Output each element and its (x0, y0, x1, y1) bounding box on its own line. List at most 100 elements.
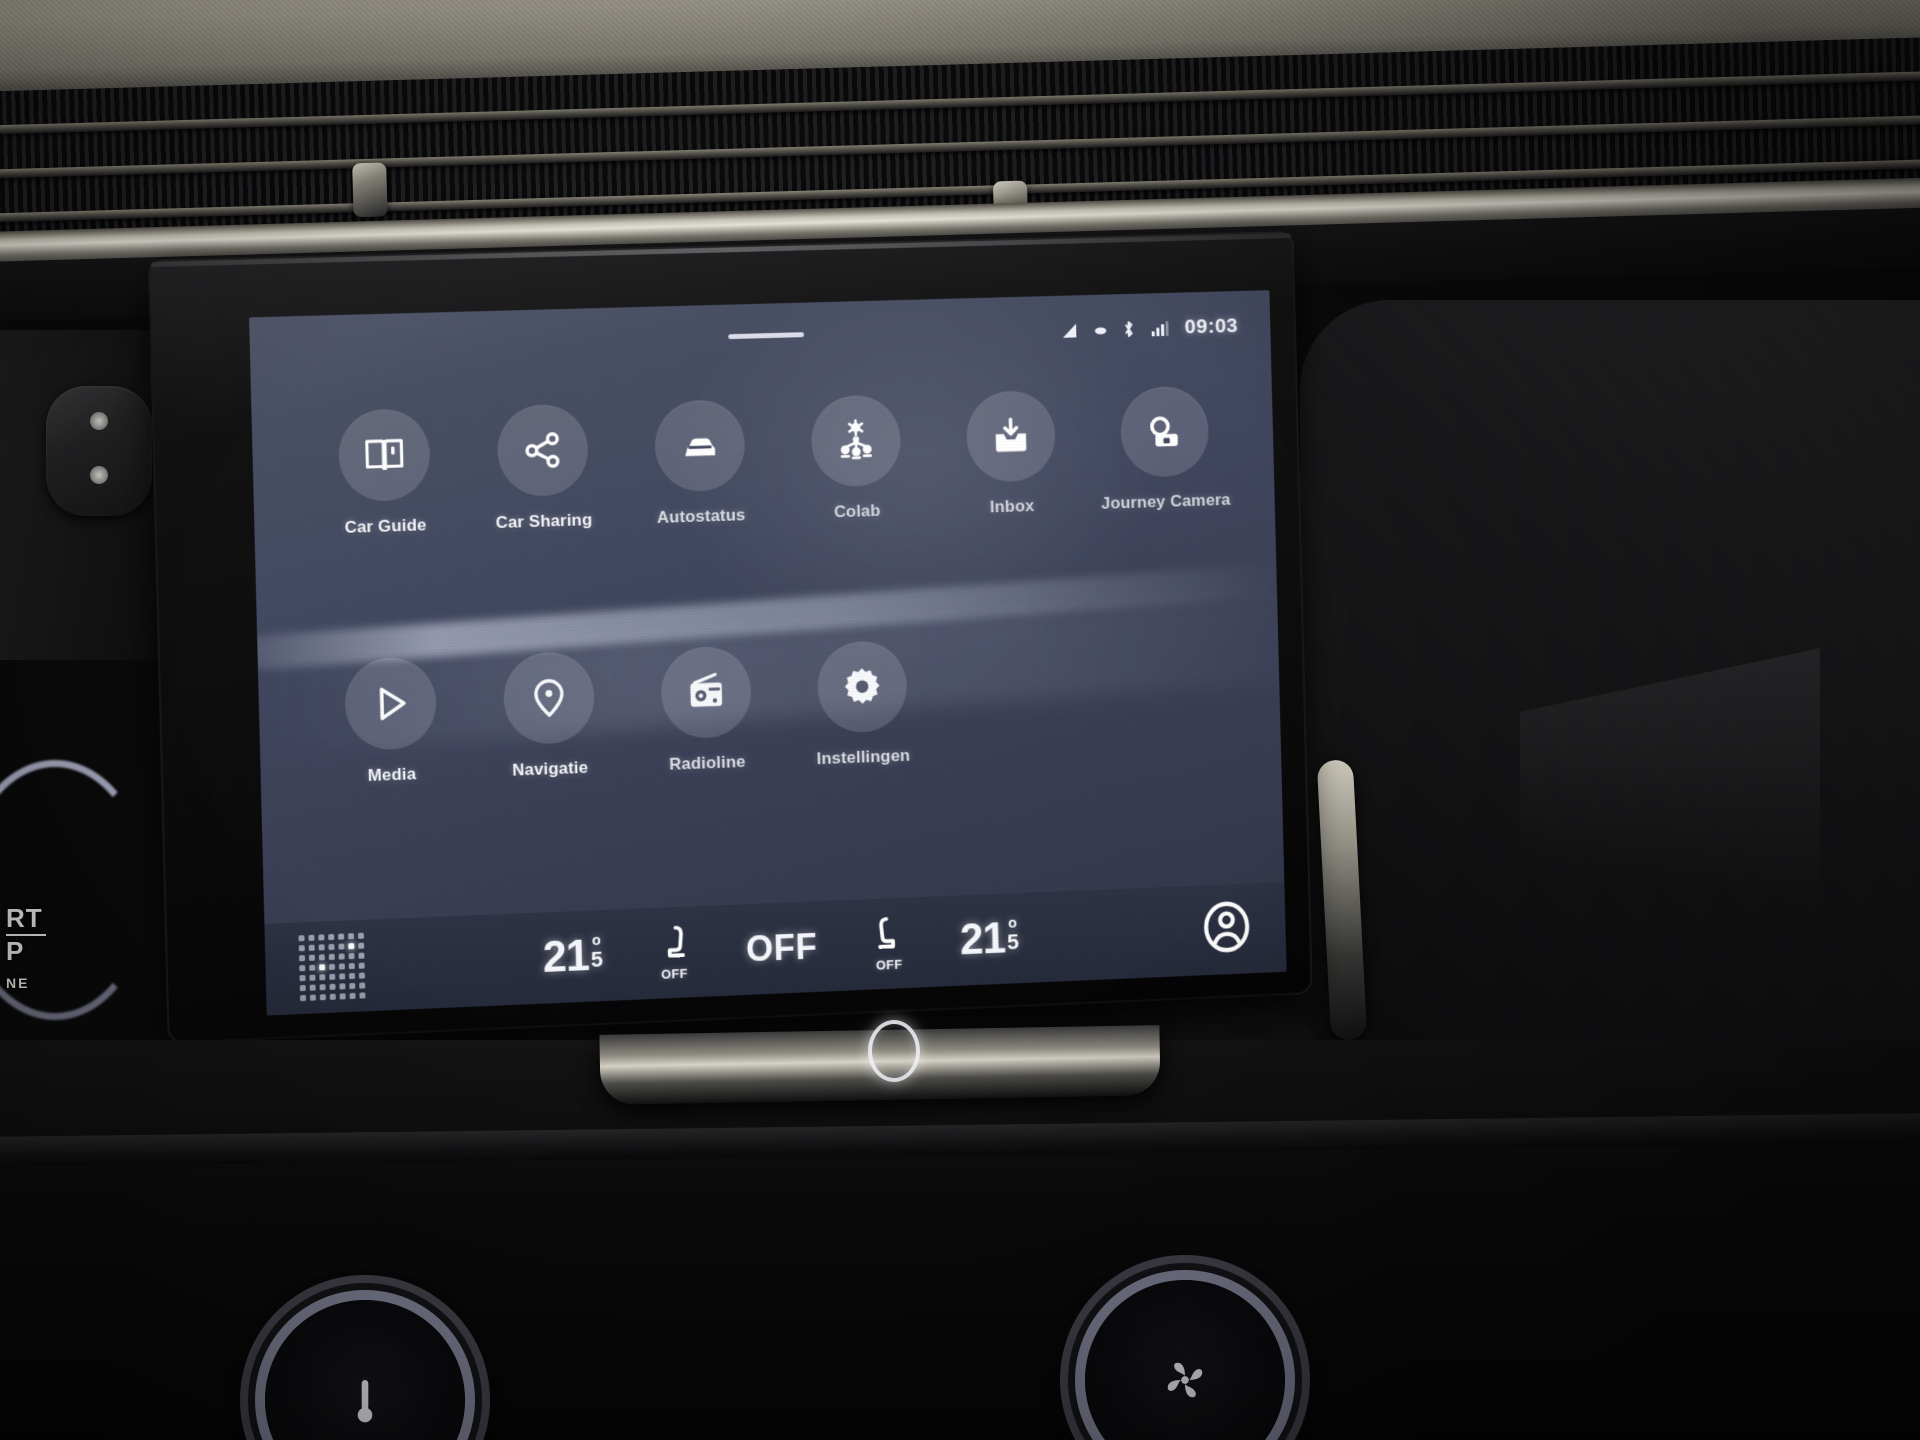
avatar (1201, 900, 1252, 955)
seat-heater-state: OFF (875, 956, 903, 973)
grid-dot (338, 963, 345, 970)
grid-dot (338, 953, 345, 960)
grid-dot (309, 984, 316, 991)
app-journey-camera[interactable]: Journey Camera (1086, 385, 1242, 515)
user-profile-icon[interactable] (1201, 900, 1252, 960)
temp-whole: 21 (542, 931, 590, 982)
app-label: Car Guide (344, 515, 427, 537)
app-icon-circle (495, 403, 589, 498)
grid-dot (299, 974, 306, 982)
grid-dot (308, 944, 315, 951)
fan-icon (1167, 1362, 1203, 1398)
app-launcher-grid-icon[interactable] (298, 932, 366, 1002)
grid-dot (298, 945, 305, 952)
temp-fraction-group: o 5 (1006, 915, 1019, 955)
seat-heater-icon (654, 923, 694, 966)
grid-dot (358, 952, 365, 959)
grid-dot (339, 993, 346, 1000)
passenger-seat-heater[interactable]: OFF (869, 914, 909, 973)
app-car-sharing[interactable]: Car Sharing (462, 402, 623, 534)
temp-fraction-group: o 5 (590, 932, 603, 972)
infotainment-bezel: 09:03 Car Guide Car Sharing Autostatus C… (150, 233, 1311, 1042)
grid-dot (299, 965, 306, 972)
grid-dot (349, 972, 356, 980)
grid-dot (309, 964, 316, 971)
grid-dot (339, 973, 346, 980)
grid-dot (308, 934, 315, 941)
grid-dot (358, 962, 365, 969)
right-dashboard-panel (1300, 300, 1920, 1060)
grid-dot (348, 962, 355, 970)
share-icon (520, 428, 564, 473)
app-autostatus[interactable]: Autostatus (620, 398, 780, 529)
infotainment-screen[interactable]: 09:03 Car Guide Car Sharing Autostatus C… (249, 290, 1287, 1016)
app-car-guide[interactable]: Car Guide (303, 407, 465, 539)
temp-whole: 21 (959, 914, 1006, 965)
app-icon-circle (965, 389, 1056, 483)
grid-dot (329, 983, 336, 990)
grid-dot (319, 994, 326, 1001)
switch-dot-icon (90, 412, 108, 430)
car-dashboard: RT P NE 09:03 Car Guide Car Sharing Auto… (0, 0, 1920, 1440)
grid-dot (358, 942, 365, 949)
app-icon-circle (653, 398, 746, 493)
window-switch-button[interactable] (46, 386, 152, 516)
seat-heater-icon (869, 914, 909, 957)
app-colab[interactable]: Colab (776, 393, 935, 524)
app-label: Journey Camera (1100, 490, 1231, 513)
seat-heater-state: OFF (661, 965, 689, 982)
dashboard-facet-highlight (1520, 648, 1820, 972)
grid-dot (338, 933, 345, 940)
gear-label-mid: P (6, 936, 25, 967)
grid-dot (309, 994, 317, 1001)
climate-controls-group: 21 o 5 OFF OFF OFF 21 o 5 (542, 910, 1018, 987)
grid-dot (359, 982, 366, 989)
app-icon-circle (1119, 385, 1210, 478)
driver-seat-heater[interactable]: OFF (654, 923, 694, 982)
car-icon (684, 437, 715, 457)
driver-temperature[interactable]: 21 o 5 (542, 931, 602, 983)
group-icon (834, 419, 878, 464)
app-label: Autostatus (656, 505, 746, 527)
app-icon-circle (809, 394, 902, 488)
book-icon (362, 433, 407, 478)
thermometer-icon (357, 1380, 373, 1423)
grid-dot (329, 993, 336, 1000)
grid-dot (359, 992, 366, 999)
grid-dot (298, 955, 306, 962)
inbox-icon (995, 414, 1026, 452)
app-label: Media (367, 764, 417, 786)
vent-direction-knob[interactable] (352, 162, 388, 218)
climate-control-bar: 21 o 5 OFF OFF OFF 21 o 5 (264, 882, 1287, 1016)
app-inbox[interactable]: Inbox (932, 389, 1090, 519)
grid-dot (338, 943, 345, 950)
grid-dot (348, 953, 355, 960)
temp-half: 5 (1006, 929, 1019, 955)
app-label: Inbox (989, 496, 1035, 517)
grid-dot (318, 944, 325, 951)
grid-dot (329, 973, 336, 980)
grid-dot (328, 933, 335, 941)
grid-dot (308, 954, 315, 961)
grid-dot (319, 964, 326, 971)
gear-selector-labels: RT P NE (6, 903, 46, 990)
grid-dot (309, 974, 316, 981)
engine-start-ring[interactable] (868, 1020, 920, 1082)
grid-dot (299, 984, 306, 992)
grid-dot (328, 953, 335, 961)
app-label: Navigatie (512, 758, 589, 780)
gear-label-top: RT (6, 903, 43, 933)
grid-dot (348, 943, 355, 950)
passenger-temperature[interactable]: 21 o 5 (959, 914, 1018, 965)
grid-dot (349, 982, 356, 990)
grid-dot (339, 983, 346, 990)
app-label: Car Sharing (495, 510, 593, 533)
app-label: Colab (833, 501, 881, 522)
grid-dot (358, 972, 365, 979)
grid-dot (318, 934, 325, 941)
grid-dot (328, 943, 335, 951)
grid-dot (318, 954, 325, 961)
app-label: Instellingen (816, 746, 911, 769)
ac-toggle[interactable]: OFF (746, 926, 818, 970)
grid-dot (319, 974, 326, 981)
